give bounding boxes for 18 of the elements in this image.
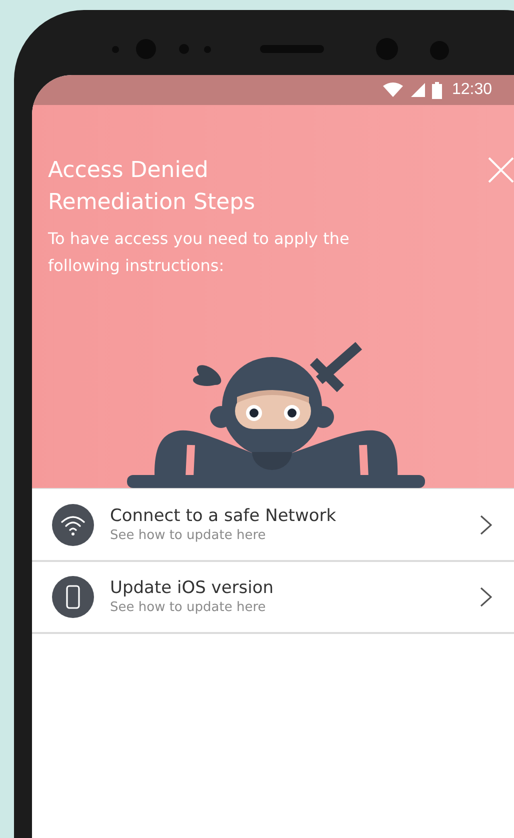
battery-icon [432,82,442,98]
smartphone-icon [66,585,80,609]
step-row[interactable]: Update iOS version See how to update here [32,562,514,634]
chevron-right-icon [480,587,492,607]
step-title: Connect to a safe Network [110,504,338,526]
step-subtitle: See how to update here [110,599,267,617]
close-button[interactable] [488,157,514,183]
clock-time: 12:30 [452,81,492,99]
close-icon [488,157,514,183]
instructions-text: To have access you need to apply the following instructions: [48,228,350,277]
chevron-right-icon [480,514,492,534]
step-subtitle: See how to update here [110,526,267,544]
wifi-icon [60,514,86,536]
step-title: Update iOS version [110,577,275,599]
step-row[interactable]: Connect to a safe Network See how to update here [32,488,514,562]
signal-icon [410,82,426,98]
page-title: Access Denied Remediation Steps [48,157,256,217]
wifi-icon [382,82,404,98]
